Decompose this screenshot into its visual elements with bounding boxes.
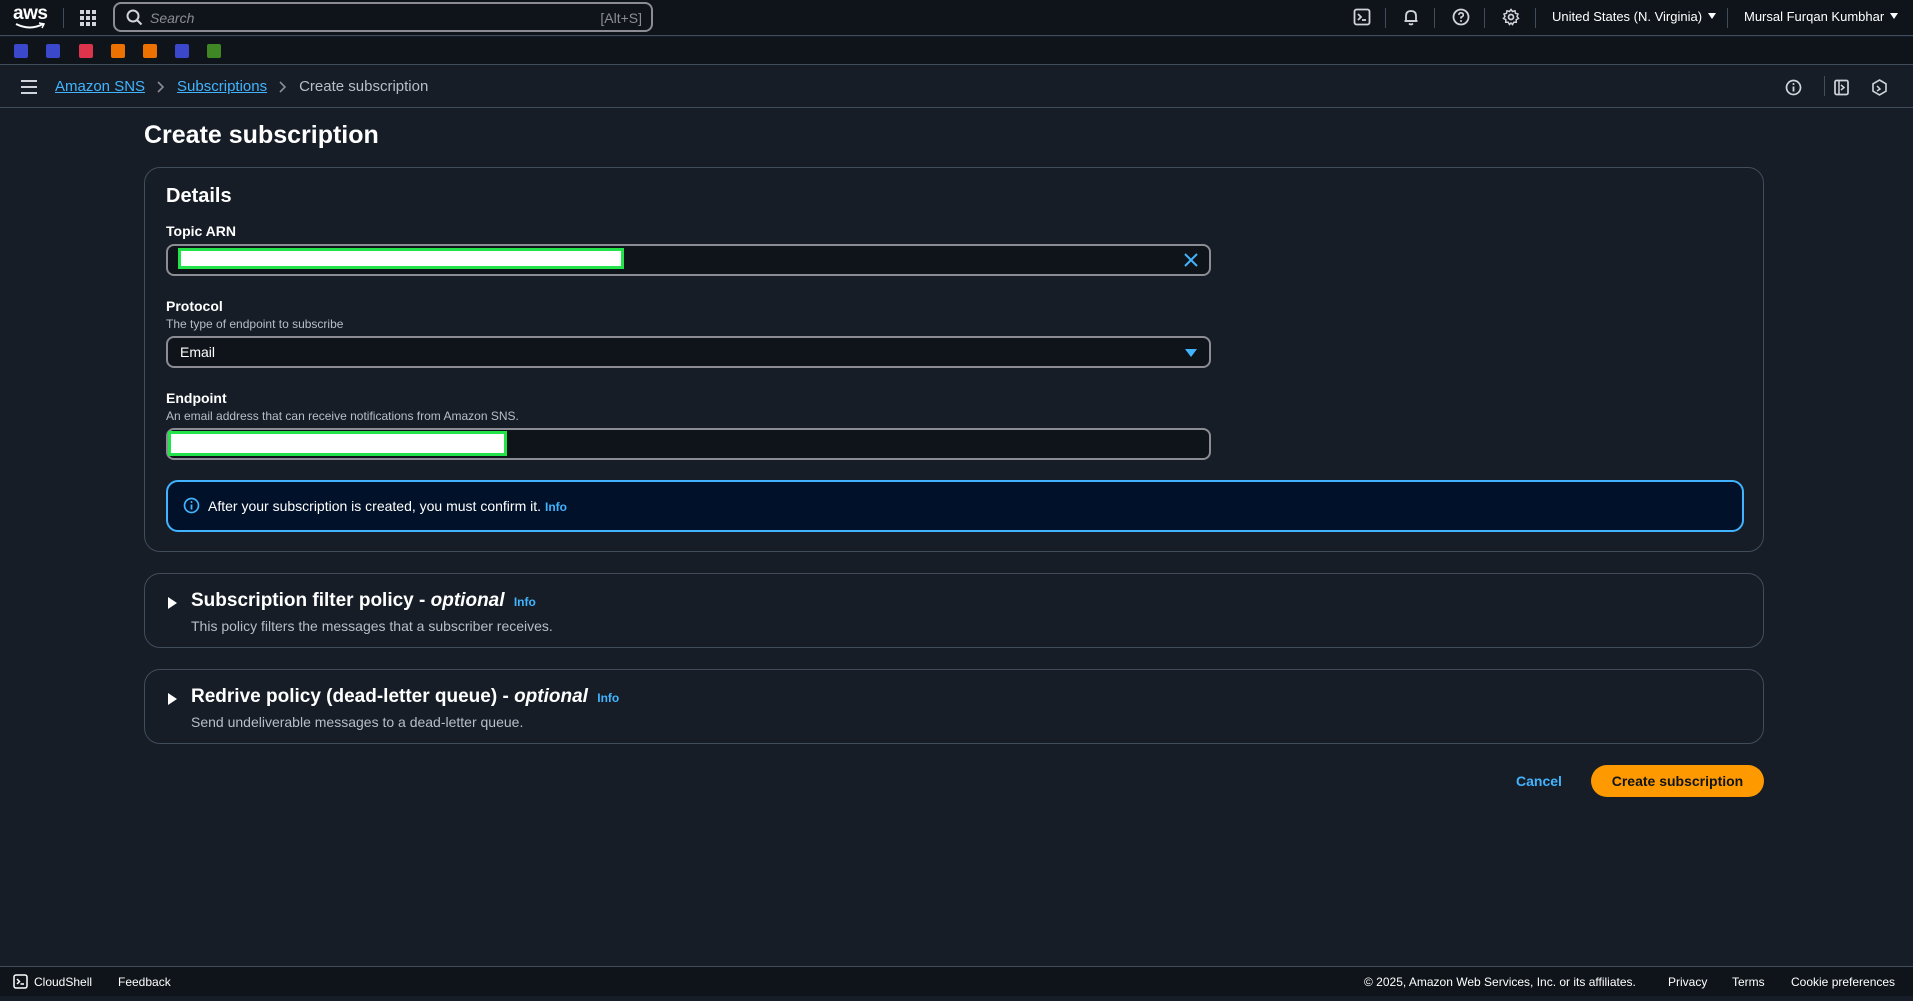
chevron-right-icon (279, 80, 287, 93)
info-link[interactable]: Info (514, 595, 536, 609)
endpoint-description: An email address that can receive notifi… (166, 409, 519, 423)
cloudshell-icon[interactable] (1351, 6, 1373, 28)
caret-right-icon[interactable] (168, 693, 177, 705)
endpoint-field[interactable] (166, 428, 1211, 460)
feedback-link[interactable]: Feedback (118, 975, 171, 989)
redrive-policy-section[interactable]: Redrive policy (dead-letter queue) - opt… (144, 669, 1764, 744)
favorite-service-icon[interactable] (143, 44, 157, 58)
redrive-policy-description: Send undeliverable messages to a dead-le… (191, 714, 524, 730)
terms-link[interactable]: Terms (1732, 975, 1765, 989)
protocol-select[interactable]: Email (166, 336, 1211, 368)
caret-down-icon (1890, 13, 1899, 19)
caret-down-icon (1708, 13, 1717, 19)
favorite-service-icon[interactable] (79, 44, 93, 58)
breadcrumb-subscriptions[interactable]: Subscriptions (177, 78, 267, 95)
search-input[interactable]: Search [Alt+S] (113, 2, 653, 32)
info-link[interactable]: Info (545, 500, 567, 514)
aws-smile-icon (15, 22, 45, 29)
info-link[interactable]: Info (597, 691, 619, 705)
menu-icon[interactable] (21, 80, 37, 94)
clear-icon[interactable] (1183, 252, 1199, 268)
details-panel: Details Topic ARN Protocol The type of e… (144, 167, 1764, 552)
search-icon (126, 9, 143, 26)
services-grid-icon[interactable] (78, 8, 98, 28)
protocol-description: The type of endpoint to subscribe (166, 317, 344, 331)
filter-policy-title: Subscription filter policy - optional In… (191, 590, 536, 612)
region-selector[interactable]: United States (N. Virginia) (1552, 9, 1717, 24)
redrive-policy-heading: Redrive policy (dead-letter queue) - (191, 686, 509, 707)
account-menu[interactable]: Mursal Furqan Kumbhar (1744, 9, 1899, 24)
copyright-text: © 2025, Amazon Web Services, Inc. or its… (1364, 975, 1636, 989)
bell-icon[interactable] (1400, 6, 1422, 28)
caret-right-icon[interactable] (168, 597, 177, 609)
create-subscription-button[interactable]: Create subscription (1591, 765, 1764, 797)
page-title: Create subscription (144, 121, 379, 149)
breadcrumb-bar: Amazon SNS Subscriptions Create subscrip… (0, 66, 1913, 108)
alert-message: After your subscription is created, you … (208, 498, 542, 514)
redacted-value (178, 248, 624, 269)
chevron-right-icon (157, 80, 165, 93)
filter-policy-section[interactable]: Subscription filter policy - optional In… (144, 573, 1764, 648)
settings-icon[interactable] (1500, 6, 1522, 28)
favorites-bar (0, 37, 1913, 65)
info-icon (183, 497, 200, 514)
region-label: United States (N. Virginia) (1552, 9, 1703, 24)
cookie-preferences-link[interactable]: Cookie preferences (1791, 975, 1895, 989)
favorite-service-icon[interactable] (46, 44, 60, 58)
breadcrumb: Amazon SNS Subscriptions Create subscrip… (55, 78, 428, 95)
filter-policy-heading: Subscription filter policy - (191, 590, 426, 611)
cloudshell-link[interactable]: CloudShell (34, 975, 92, 989)
favorite-service-icon[interactable] (207, 44, 221, 58)
protocol-label: Protocol (166, 298, 223, 314)
alert-text: After your subscription is created, you … (208, 498, 567, 514)
redrive-policy-title: Redrive policy (dead-letter queue) - opt… (191, 686, 619, 708)
endpoint-label: Endpoint (166, 390, 227, 406)
aws-logo[interactable]: aws (13, 3, 48, 31)
filter-policy-description: This policy filters the messages that a … (191, 618, 553, 634)
top-navigation: aws Search [Alt+S] United States (N. Vir… (0, 0, 1913, 36)
divider (63, 8, 64, 28)
topic-arn-label: Topic ARN (166, 223, 236, 239)
privacy-link[interactable]: Privacy (1668, 975, 1707, 989)
optional-label: optional (514, 686, 588, 707)
assistant-icon[interactable] (1869, 77, 1889, 97)
topic-arn-field[interactable] (166, 244, 1211, 276)
footer: CloudShell Feedback © 2025, Amazon Web S… (0, 966, 1913, 996)
breadcrumb-amazon-sns[interactable]: Amazon SNS (55, 78, 145, 95)
search-placeholder: Search (150, 10, 195, 26)
details-heading: Details (166, 185, 232, 207)
breadcrumb-current: Create subscription (299, 78, 429, 95)
notes-panel-icon[interactable] (1831, 77, 1851, 97)
help-icon[interactable] (1450, 6, 1472, 28)
redacted-value (168, 431, 507, 456)
user-name: Mursal Furqan Kumbhar (1744, 9, 1885, 24)
protocol-value: Email (180, 344, 216, 360)
favorite-service-icon[interactable] (14, 44, 28, 58)
favorite-service-icon[interactable] (111, 44, 125, 58)
cancel-button[interactable]: Cancel (1516, 773, 1562, 789)
info-panel-icon[interactable] (1783, 77, 1803, 97)
favorite-service-icon[interactable] (175, 44, 189, 58)
caret-down-icon (1185, 349, 1197, 357)
search-shortcut: [Alt+S] (600, 10, 642, 26)
info-alert: After your subscription is created, you … (166, 480, 1744, 532)
optional-label: optional (430, 590, 505, 611)
cloudshell-icon[interactable] (13, 974, 28, 989)
